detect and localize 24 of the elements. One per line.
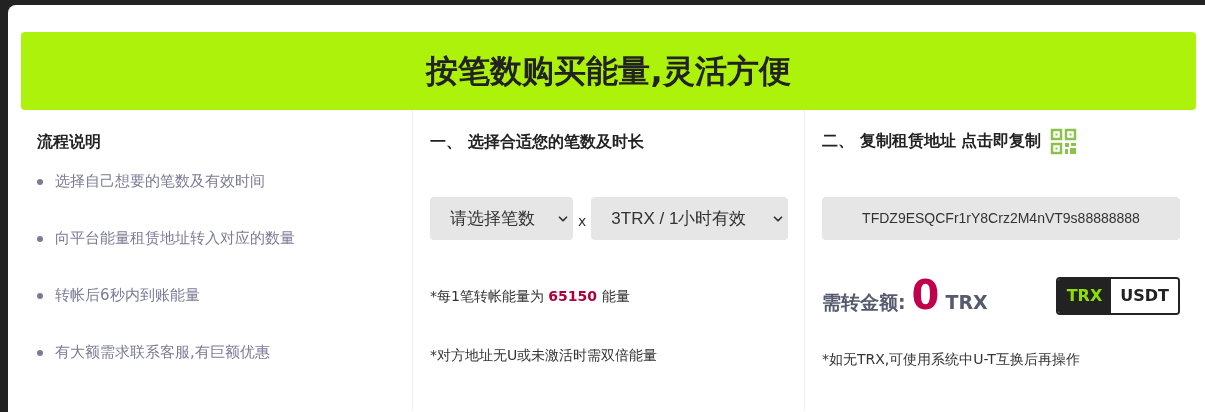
section-title: 二、 复制租赁地址 点击即复制 xyxy=(822,130,1042,152)
banner-title: 按笔数购买能量,灵活方便 xyxy=(426,51,791,92)
step-text: 有大额需求联系客服,有巨额优惠 xyxy=(55,342,270,364)
step-text: 选择自己想要的笔数及有效时间 xyxy=(55,171,265,193)
bullet-icon xyxy=(37,178,43,185)
amount-unit: TRX xyxy=(945,290,988,315)
note-text: *如无TRX,可使用系统中U-T互换后再操作 xyxy=(822,349,1081,369)
address-field[interactable]: TFDZ9ESQCFr1rY8Crz2M4nVT9s88888888 xyxy=(822,197,1180,240)
currency-option[interactable]: TRX xyxy=(1057,278,1112,313)
duration-select[interactable]: 3TRX / 1小时有效 xyxy=(591,197,789,240)
note-text: *对方地址无U或未激活时需双倍能量 xyxy=(430,346,659,364)
note-text: *每1笔转帐能量为 65150 能量 xyxy=(430,287,631,305)
step-text: 转帐后6秒内到账能量 xyxy=(55,285,200,307)
bullet-icon xyxy=(37,235,43,242)
multiply-sign: x xyxy=(578,212,587,231)
bullet-icon xyxy=(37,349,43,356)
amount-label: 需转金额: xyxy=(822,290,906,315)
bullet-icon xyxy=(37,292,43,299)
qr-code-icon[interactable] xyxy=(1050,127,1078,155)
section-title: 流程说明 xyxy=(37,131,102,152)
step-text: 向平台能量租赁地址转入对应的数量 xyxy=(55,228,295,250)
amount-value: 0 xyxy=(911,275,940,315)
count-select[interactable]: 请选择笔数 xyxy=(430,197,573,240)
section-title: 一、 选择合适您的笔数及时长 xyxy=(430,131,645,152)
